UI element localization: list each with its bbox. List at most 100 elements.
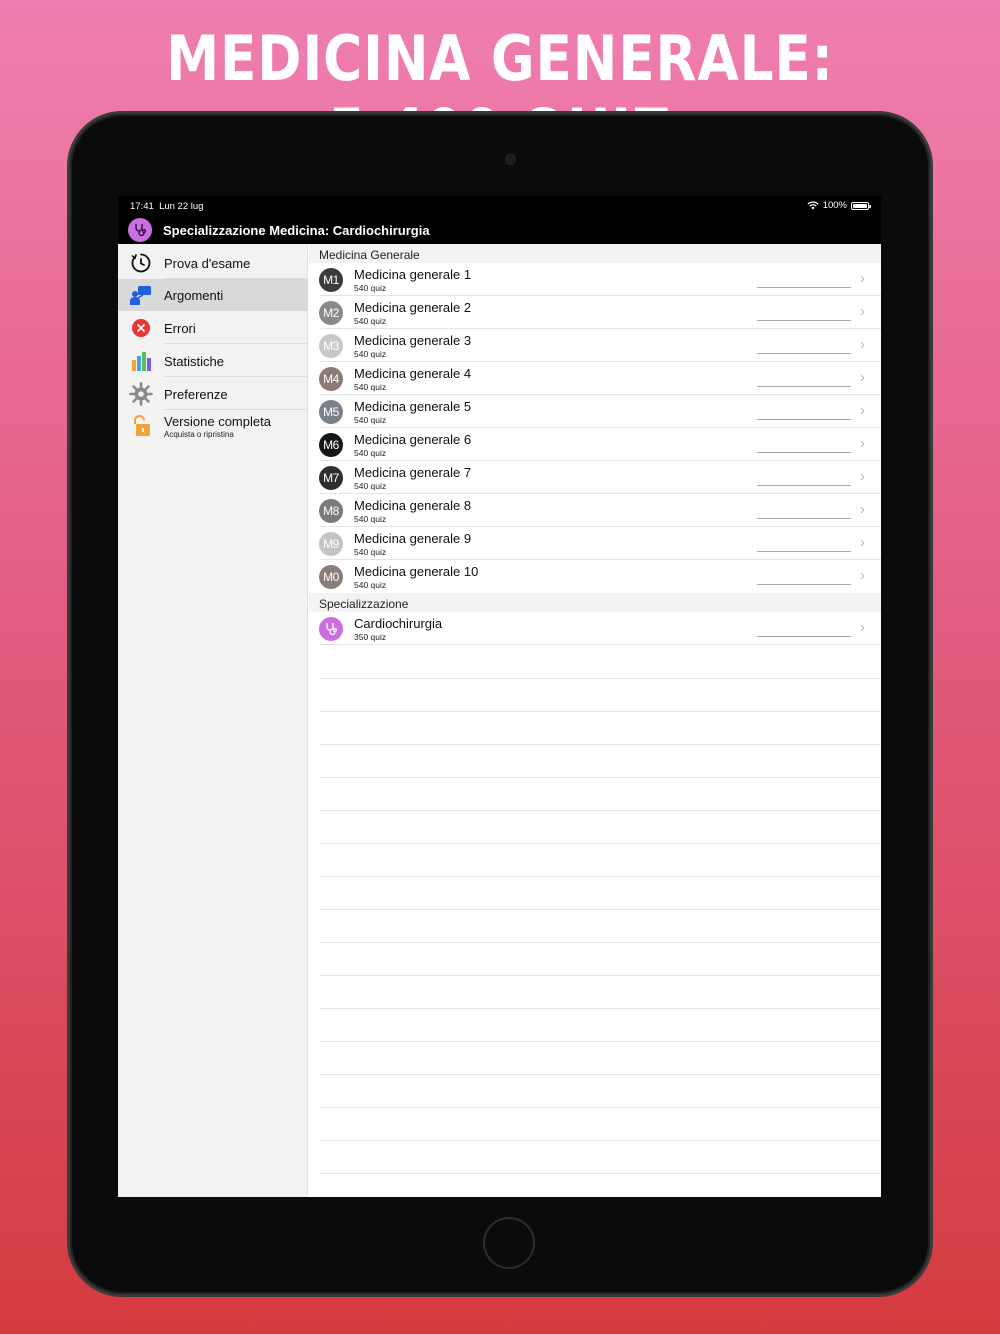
sidebar-item-argomenti[interactable]: Argomenti — [118, 279, 308, 311]
chevron-right-icon: › — [860, 369, 865, 386]
empty-row-separator — [319, 777, 881, 778]
empty-row-separator — [319, 843, 881, 844]
sidebar-item-label: Errori — [164, 320, 196, 336]
empty-row-separator — [319, 678, 881, 679]
sidebar-item-sublabel: Acquista o ripristina — [164, 429, 234, 439]
topic-row-m3[interactable]: M3 Medicina generale 3 540 quiz › — [319, 329, 881, 362]
unlock-icon — [129, 414, 153, 438]
progress-bar — [757, 551, 851, 552]
topic-row-m1[interactable]: M1 Medicina generale 1 540 quiz › — [319, 263, 881, 296]
sidebar-item-label: Prova d'esame — [164, 255, 251, 271]
topic-title: Medicina generale 7 — [354, 465, 472, 480]
sidebar-item-versione-completa[interactable]: Versione completa Acquista o ripristina — [118, 410, 308, 442]
chevron-right-icon: › — [860, 402, 865, 419]
topic-badge: M5 — [319, 400, 343, 424]
timer-icon — [129, 251, 153, 275]
topic-row-m8[interactable]: M8 Medicina generale 8 540 quiz › — [319, 494, 881, 527]
sidebar-item-label: Versione completa — [164, 413, 271, 429]
empty-row-separator — [319, 1173, 881, 1174]
topic-count: 540 quiz — [354, 349, 387, 359]
empty-row-separator — [319, 1008, 881, 1009]
empty-row-separator — [319, 942, 881, 943]
topic-row-m7[interactable]: M7 Medicina generale 7 540 quiz › — [319, 461, 881, 494]
topic-title: Medicina generale 2 — [354, 300, 472, 315]
topic-row-m9[interactable]: M9 Medicina generale 9 540 quiz › — [319, 527, 881, 560]
topic-count: 540 quiz — [354, 580, 387, 590]
progress-bar — [757, 485, 851, 486]
sidebar-item-label: Statistiche — [164, 353, 224, 369]
topic-count: 540 quiz — [354, 316, 387, 326]
topic-count: 540 quiz — [354, 547, 387, 557]
topic-badge: M7 — [319, 466, 343, 490]
chevron-right-icon: › — [860, 501, 865, 518]
topic-count: 540 quiz — [354, 448, 387, 458]
topic-count: 540 quiz — [354, 481, 387, 491]
progress-bar — [757, 320, 851, 321]
section-header-specializzazione: Specializzazione — [309, 593, 881, 612]
empty-row-separator — [319, 876, 881, 877]
topic-row-m5[interactable]: M5 Medicina generale 5 540 quiz › — [319, 395, 881, 428]
topic-count: 350 quiz — [354, 632, 387, 642]
nav-bar: Specializzazione Medicina: Cardiochirurg… — [118, 216, 881, 244]
wifi-icon — [807, 201, 819, 210]
empty-row-separator — [319, 744, 881, 745]
sidebar-item-preferenze[interactable]: Preferenze — [118, 378, 308, 410]
sidebar-item-label: Argomenti — [164, 287, 224, 303]
stethoscope-icon[interactable] — [128, 218, 152, 242]
topic-count: 540 quiz — [354, 514, 387, 524]
progress-bar — [757, 636, 851, 637]
device-screen: 17:41 Lun 22 lug 100% Specializzazione M… — [118, 196, 881, 1197]
chevron-right-icon: › — [860, 336, 865, 353]
topic-title: Medicina generale 6 — [354, 432, 472, 447]
topic-badge: M8 — [319, 499, 343, 523]
topic-row-m6[interactable]: M6 Medicina generale 6 540 quiz › — [319, 428, 881, 461]
chevron-right-icon: › — [860, 303, 865, 320]
topic-row-m0[interactable]: M0 Medicina generale 10 540 quiz › — [319, 560, 881, 593]
topic-row-m2[interactable]: M2 Medicina generale 2 540 quiz › — [319, 296, 881, 329]
topic-badge: M2 — [319, 301, 343, 325]
sidebar: Prova d'esame Argomenti Errori Statistic… — [118, 244, 308, 1197]
chevron-right-icon: › — [860, 534, 865, 551]
bar-chart-icon — [129, 349, 153, 373]
topic-badge: M9 — [319, 532, 343, 556]
empty-row-separator — [319, 1074, 881, 1075]
nav-title: Specializzazione Medicina: Cardiochirurg… — [163, 222, 430, 238]
empty-row-separator — [319, 1107, 881, 1108]
topic-title: Medicina generale 3 — [354, 333, 472, 348]
topics-icon — [129, 283, 153, 307]
status-time: 17:41 Lun 22 lug — [130, 201, 204, 212]
stethoscope-icon — [319, 617, 343, 641]
topic-title: Medicina generale 4 — [354, 366, 472, 381]
progress-bar — [757, 353, 851, 354]
topic-title: Medicina generale 1 — [354, 267, 472, 282]
gear-icon — [129, 382, 153, 406]
topic-badge: M6 — [319, 433, 343, 457]
topic-title: Medicina generale 5 — [354, 399, 472, 414]
sidebar-item-label: Preferenze — [164, 386, 228, 402]
empty-row-separator — [319, 975, 881, 976]
chevron-right-icon: › — [860, 619, 865, 636]
empty-row-separator — [319, 909, 881, 910]
chevron-right-icon: › — [860, 270, 865, 287]
status-right: 100% — [807, 200, 871, 211]
sidebar-item-statistiche[interactable]: Statistiche — [118, 345, 308, 377]
progress-bar — [757, 419, 851, 420]
topic-count: 540 quiz — [354, 283, 387, 293]
section-header-medicina-generale: Medicina Generale — [309, 244, 881, 263]
camera-icon — [505, 154, 516, 165]
empty-row-separator — [319, 711, 881, 712]
battery-icon — [851, 201, 871, 210]
tablet-frame: 17:41 Lun 22 lug 100% Specializzazione M… — [70, 114, 930, 1294]
topic-badge: M0 — [319, 565, 343, 589]
topic-row-m4[interactable]: M4 Medicina generale 4 540 quiz › — [319, 362, 881, 395]
empty-row-separator — [319, 810, 881, 811]
progress-bar — [757, 584, 851, 585]
topic-title: Cardiochirurgia — [354, 616, 443, 631]
sidebar-item-errori[interactable]: Errori — [118, 312, 308, 344]
topic-title: Medicina generale 8 — [354, 498, 472, 513]
home-button[interactable] — [483, 1217, 535, 1269]
chevron-right-icon: › — [860, 435, 865, 452]
sidebar-item-prova-esame[interactable]: Prova d'esame — [118, 247, 308, 279]
app-content: Prova d'esame Argomenti Errori Statistic… — [118, 244, 881, 1197]
topic-row-cardiochirurgia[interactable]: Cardiochirurgia 350 quiz › — [319, 612, 881, 645]
